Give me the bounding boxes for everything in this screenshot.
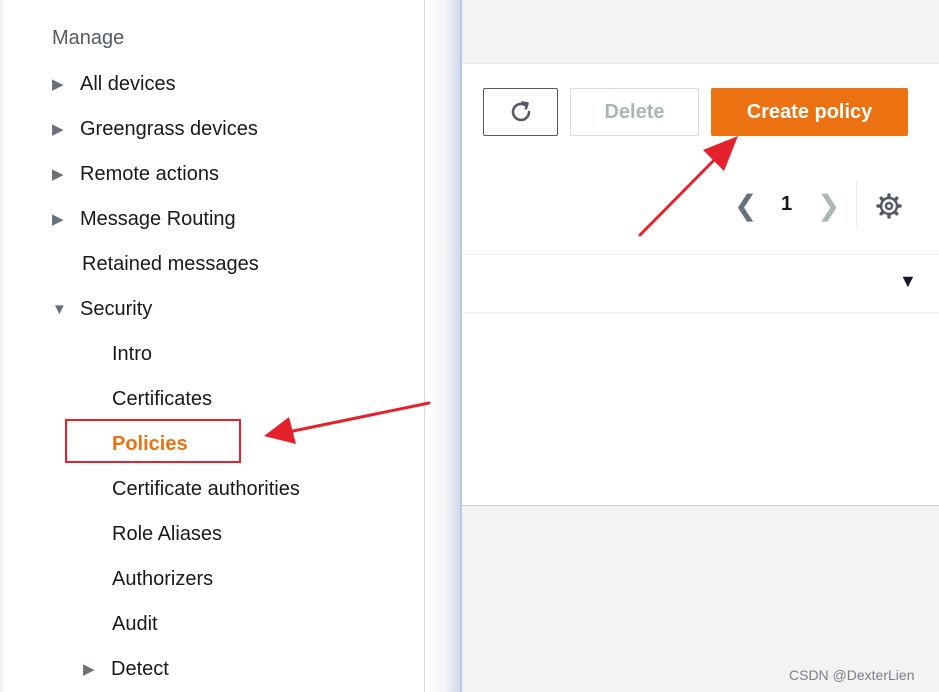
content-shadow (425, 0, 461, 692)
expand-caret-icon: ▶ (52, 166, 64, 183)
annotation-highlight-box (65, 419, 241, 463)
delete-button[interactable]: Delete (570, 88, 699, 136)
watermark-text: CSDN @DexterLien (789, 667, 915, 683)
expand-caret-icon: ▶ (83, 661, 95, 678)
pagination-next-icon[interactable]: ❯ (817, 192, 840, 220)
sidebar-item-label: Message Routing (80, 207, 236, 230)
sidebar-item-certificates[interactable]: Certificates (112, 385, 212, 413)
expand-caret-icon: ▶ (52, 76, 64, 93)
sidebar-item-label: Security (80, 297, 153, 320)
sidebar-item-label: Remote actions (80, 162, 219, 185)
expand-caret-icon: ▶ (52, 211, 64, 228)
collapse-caret-icon: ▼ (52, 300, 67, 318)
sidebar-item-label: Intro (112, 342, 153, 365)
sidebar-item-label: Role Aliases (112, 522, 223, 545)
sidebar-item-remote-actions[interactable]: ▶ Remote actions (52, 160, 219, 188)
sidebar-item-label: Greengrass devices (80, 117, 258, 140)
sidebar-item-label: All devices (80, 72, 176, 95)
sidebar-item-label: Certificates (112, 387, 213, 410)
sidebar-item-role-aliases[interactable]: Role Aliases (112, 520, 222, 548)
sidebar-item-label: Retained messages (82, 252, 259, 275)
sort-caret-icon[interactable]: ▼ (899, 271, 917, 292)
pagination-current-page[interactable]: 1 (781, 193, 792, 216)
pagination-prev-icon[interactable]: ❮ (734, 192, 757, 220)
table-row-divider (462, 312, 939, 313)
sidebar-item-authorizers[interactable]: Authorizers (112, 565, 213, 593)
sidebar-item-security[interactable]: ▼ Security (52, 295, 152, 323)
expand-caret-icon: ▶ (52, 121, 64, 138)
gear-icon[interactable] (875, 192, 903, 220)
sidebar-item-label: Certificate authorities (112, 477, 300, 500)
pager-divider (856, 181, 857, 229)
sidebar-item-audit[interactable]: Audit (112, 610, 158, 638)
sidebar-item-certificate-authorities[interactable]: Certificate authorities (112, 475, 300, 503)
create-policy-button[interactable]: Create policy (711, 88, 908, 136)
refresh-button[interactable] (483, 88, 558, 136)
sidebar-item-detect[interactable]: ▶ Detect (83, 655, 169, 683)
sidebar-item-label: Detect (111, 657, 169, 680)
sidebar-item-retained-messages[interactable]: Retained messages (82, 250, 259, 278)
table-header-divider (462, 254, 939, 255)
refresh-icon (511, 101, 530, 122)
sidebar-item-label: Authorizers (112, 567, 214, 590)
policies-panel: Delete Create policy ❮ 1 ❯ ▼ (462, 63, 939, 506)
sidebar-item-greengrass-devices[interactable]: ▶ Greengrass devices (52, 115, 258, 143)
sidebar-nav: Manage ▶ All devices ▶ Greengrass device… (3, 0, 425, 692)
section-title-manage: Manage (52, 27, 125, 49)
sidebar-item-label: Audit (112, 612, 158, 635)
sidebar-item-all-devices[interactable]: ▶ All devices (52, 70, 176, 98)
sidebar-item-intro[interactable]: Intro (112, 340, 152, 368)
sidebar-item-message-routing[interactable]: ▶ Message Routing (52, 205, 236, 233)
